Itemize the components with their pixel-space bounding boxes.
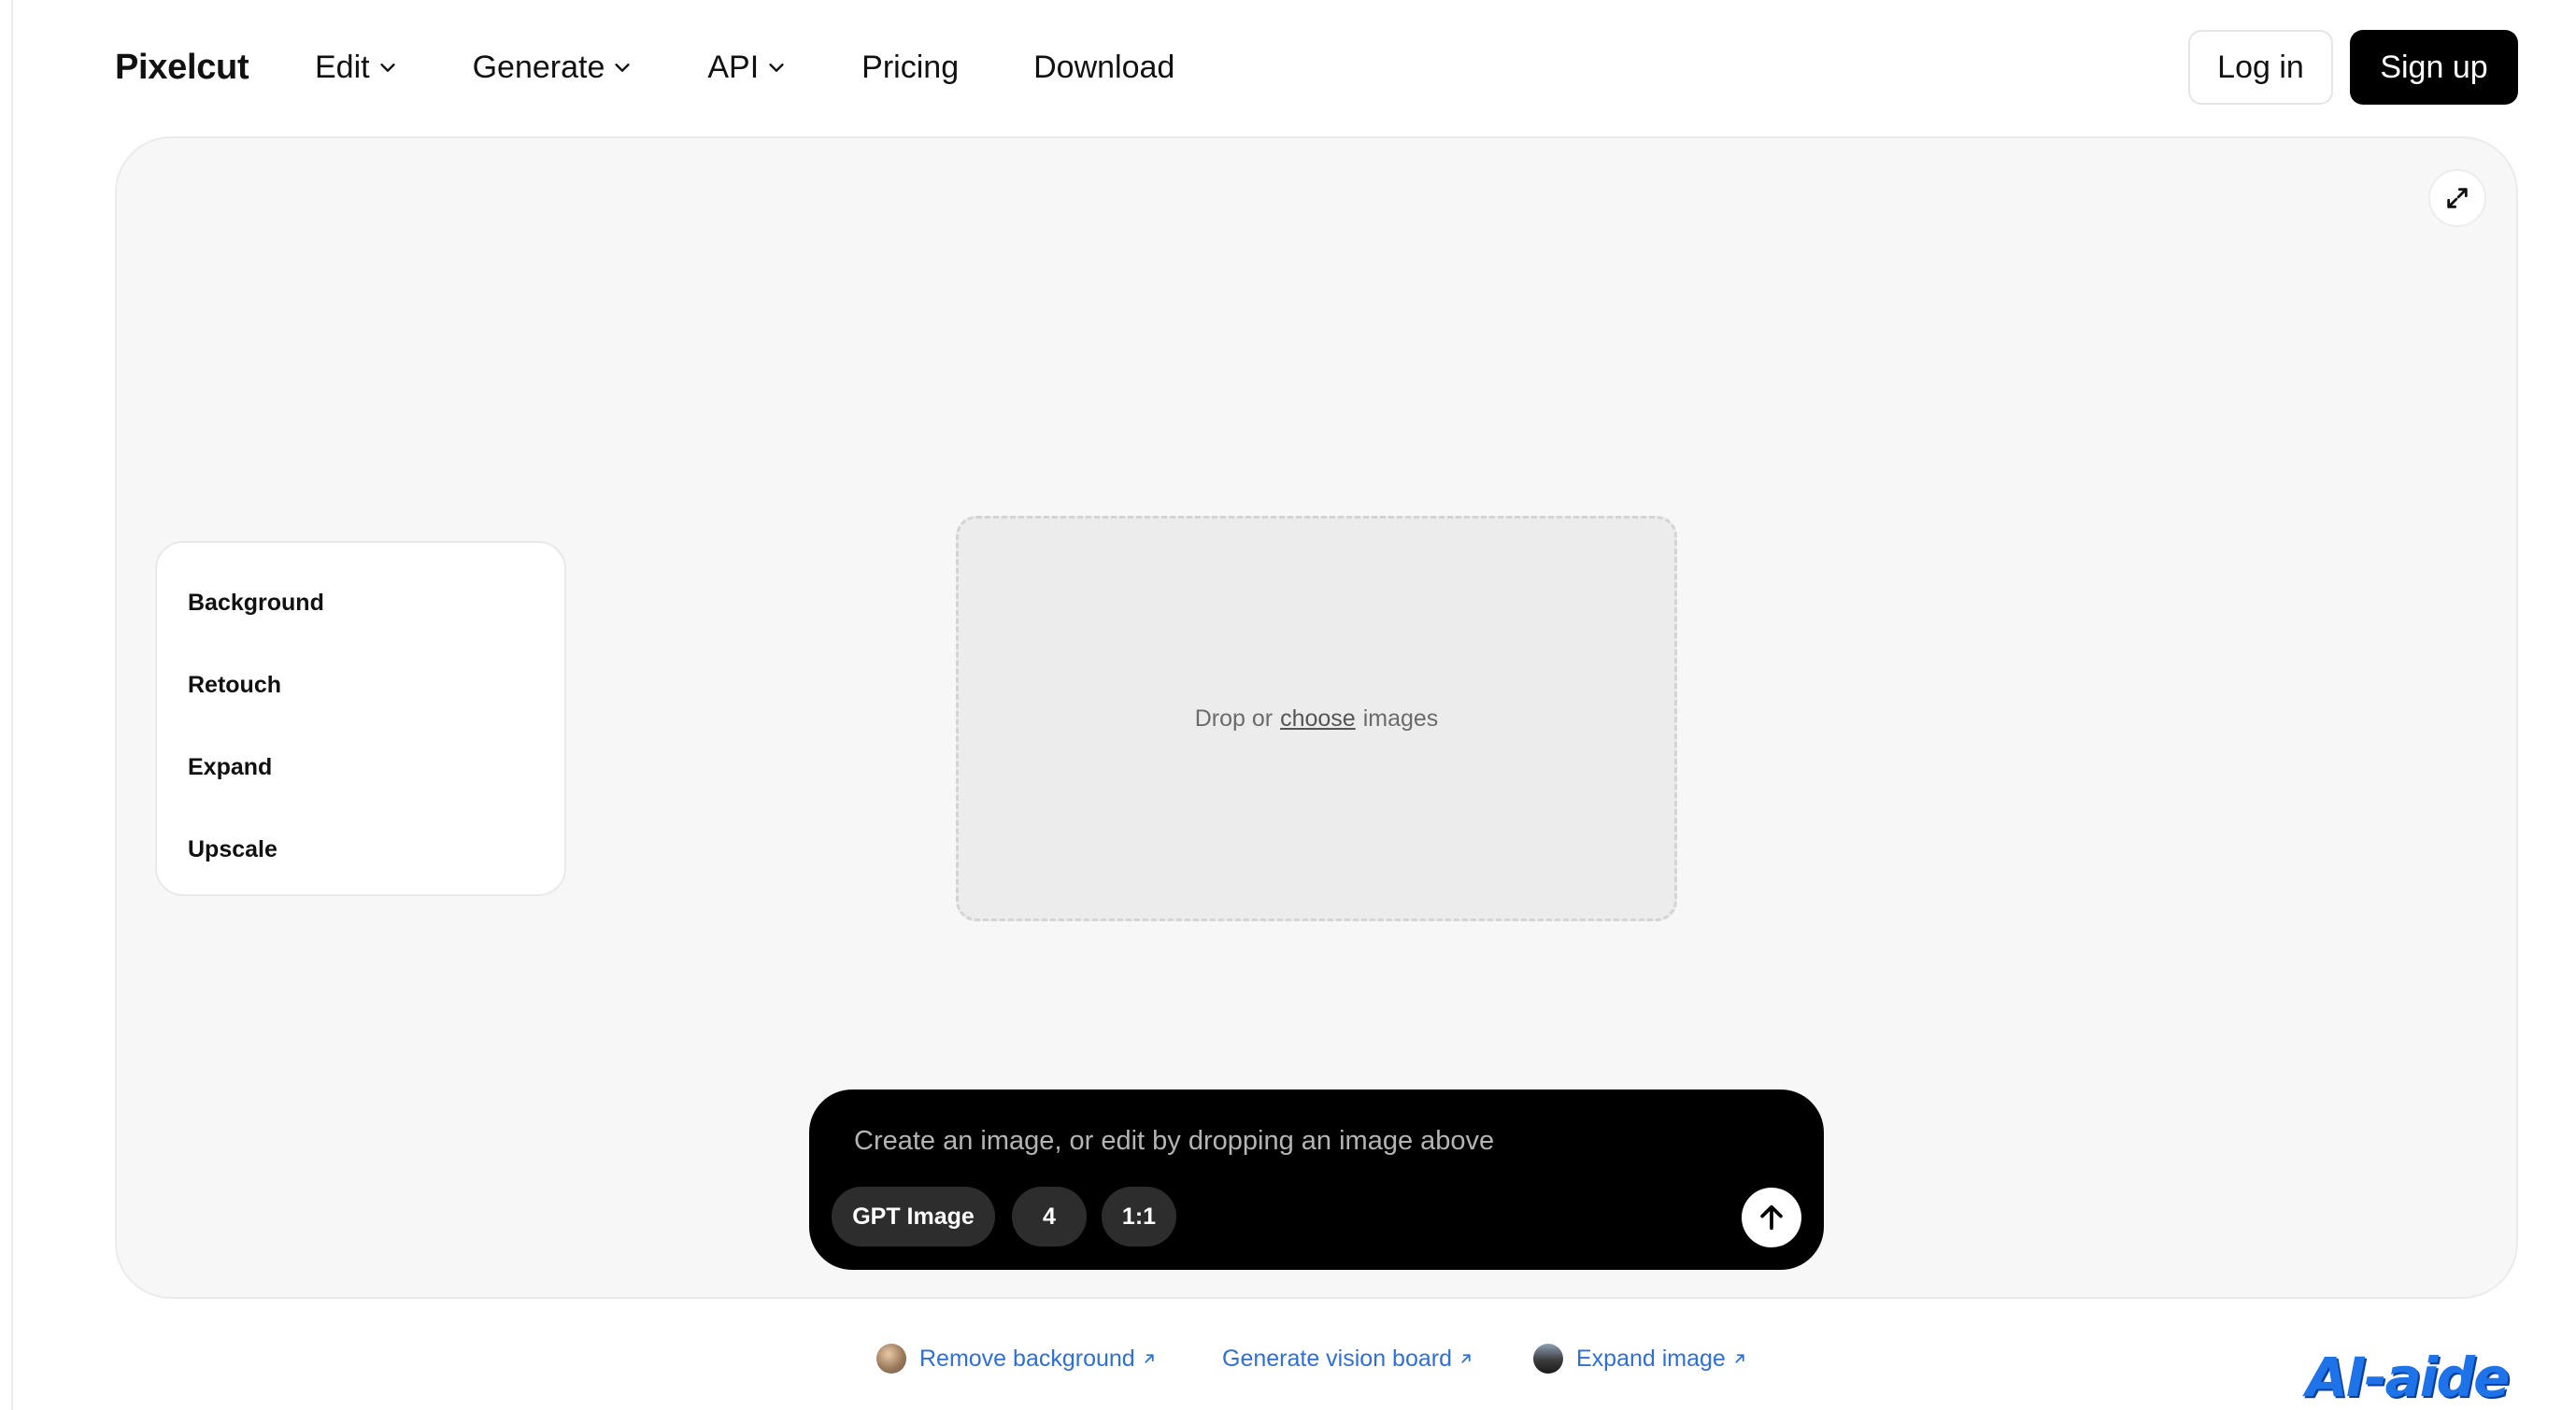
watermark-logo: AI-aide (2306, 1346, 2510, 1409)
left-divider (11, 0, 13, 1410)
remove-background-label: Remove background (919, 1345, 1135, 1372)
dropzone-suffix: images (1362, 705, 1439, 732)
nav-edit-label: Edit (315, 49, 370, 85)
external-arrow-icon (1461, 1354, 1471, 1363)
quick-links: Remove background Generate vision board … (0, 1334, 2576, 1383)
main-nav: Edit Generate API Pricing Download (315, 43, 1249, 92)
aspect-ratio-selector[interactable]: 1:1 (1102, 1187, 1176, 1246)
external-arrow-icon (1145, 1354, 1154, 1363)
generate-vision-board-link[interactable]: Generate vision board (1222, 1334, 1474, 1383)
login-button[interactable]: Log in (2188, 30, 2333, 105)
prompt-input[interactable] (854, 1118, 1695, 1164)
tool-background[interactable]: Background (157, 562, 564, 644)
image-dropzone[interactable]: Drop or choose images (956, 516, 1677, 921)
send-button[interactable] (1742, 1188, 1801, 1247)
logo[interactable]: Pixelcut (115, 43, 249, 92)
tool-expand[interactable]: Expand (157, 726, 564, 808)
tool-retouch[interactable]: Retouch (157, 644, 564, 726)
nav-download[interactable]: Download (1033, 43, 1174, 92)
external-arrow-icon (1735, 1354, 1744, 1363)
expand-arrows-icon (2447, 188, 2468, 208)
nav-api[interactable]: API (707, 43, 787, 92)
tool-panel: Background Retouch Expand Upscale (155, 541, 566, 896)
nav-generate[interactable]: Generate (473, 43, 633, 92)
nav-edit[interactable]: Edit (315, 43, 398, 92)
nav-pricing[interactable]: Pricing (861, 43, 959, 92)
landscape-thumbnail (1533, 1344, 1563, 1374)
expand-image-label: Expand image (1576, 1345, 1726, 1372)
arrow-up-icon (1760, 1204, 1783, 1231)
choose-images-link[interactable]: choose (1280, 705, 1356, 733)
signup-button[interactable]: Sign up (2350, 30, 2518, 105)
fullscreen-button[interactable] (2428, 169, 2486, 227)
model-selector[interactable]: GPT Image (832, 1187, 995, 1246)
remove-background-link[interactable]: Remove background (876, 1334, 1158, 1383)
tool-upscale[interactable]: Upscale (157, 808, 564, 890)
portrait-thumbnail (876, 1344, 906, 1374)
nav-pricing-label: Pricing (861, 49, 960, 85)
dropzone-prefix: Drop or (1194, 705, 1274, 732)
nav-download-label: Download (1033, 49, 1175, 85)
generate-vision-board-label: Generate vision board (1222, 1345, 1452, 1372)
nav-generate-label: Generate (472, 49, 605, 85)
chevron-down-icon (379, 64, 395, 72)
image-count-selector[interactable]: 4 (1012, 1187, 1087, 1246)
top-navbar: Pixelcut Edit Generate API Pricing Downl… (0, 0, 2576, 135)
page: Pixelcut Edit Generate API Pricing Downl… (0, 0, 2576, 1410)
nav-api-label: API (707, 49, 760, 85)
expand-image-link[interactable]: Expand image (1533, 1334, 1748, 1383)
prompt-bar: GPT Image 4 1:1 (809, 1090, 1824, 1270)
chevron-down-icon (615, 64, 630, 72)
chevron-down-icon (769, 64, 784, 72)
